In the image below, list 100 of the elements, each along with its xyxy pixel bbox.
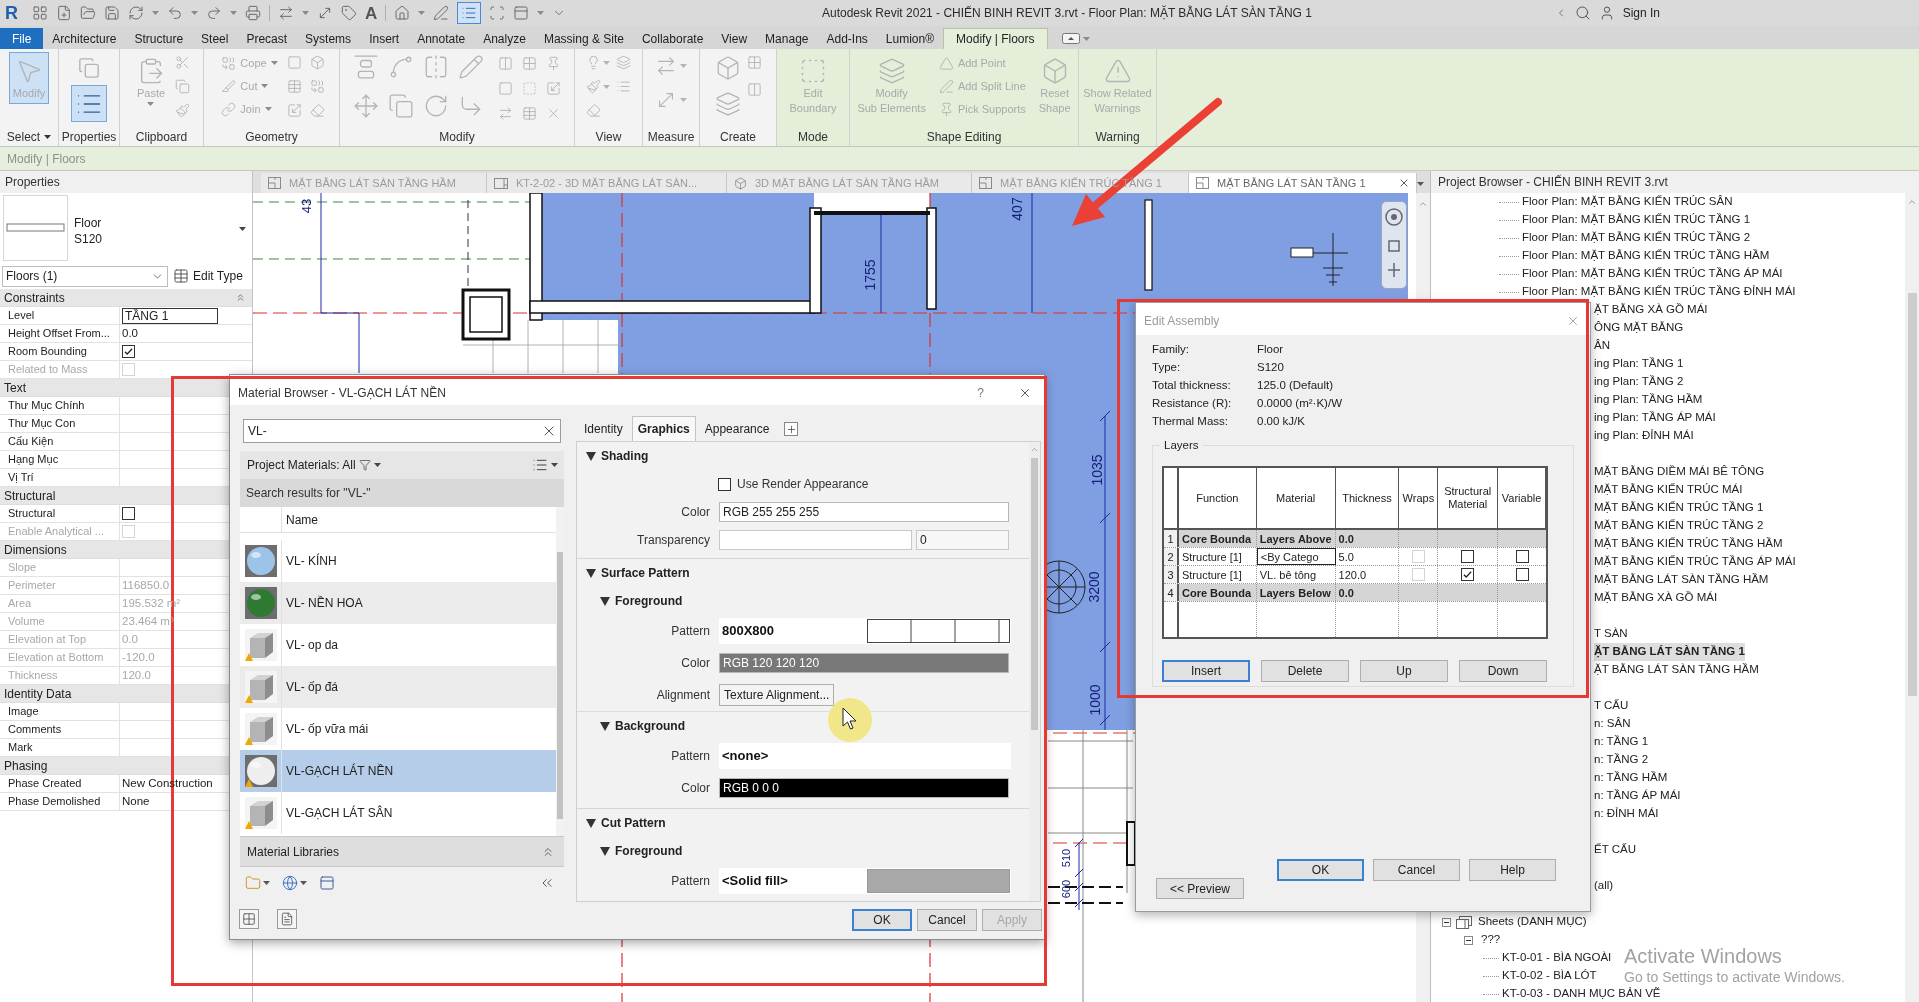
tree-item[interactable]: ??? bbox=[1481, 931, 1501, 949]
ribbon-tab[interactable]: Structure bbox=[125, 28, 193, 49]
scrollbar-thumb[interactable] bbox=[557, 552, 563, 819]
material-list-item[interactable]: VL-GẠCH LÁT NỀN bbox=[240, 750, 556, 792]
column-header[interactable]: Name bbox=[282, 510, 318, 529]
tree-item[interactable]: MẶT BẰNG KIẾN TRÚC TẦNG HẦM bbox=[1594, 535, 1783, 553]
value-field[interactable]: 0 bbox=[916, 530, 1009, 550]
caret-icon[interactable] bbox=[44, 134, 52, 139]
scrollbar-thumb[interactable] bbox=[1031, 458, 1038, 730]
tree-item[interactable]: ÂN bbox=[1594, 337, 1610, 355]
table-cell[interactable]: Layers Above bbox=[1256, 530, 1336, 548]
tree-item[interactable]: KT-0-01 - BÌA NGOÀI bbox=[1502, 949, 1612, 967]
caret-icon[interactable] bbox=[551, 463, 558, 467]
group-header[interactable]: Phasing bbox=[4, 756, 48, 775]
section-header[interactable]: Foreground bbox=[577, 837, 1029, 865]
tree-item[interactable]: KT-0-03 - DANH MỤC BẢN VẼ bbox=[1502, 985, 1661, 1002]
checkbox[interactable] bbox=[718, 477, 731, 491]
tab[interactable]: Identity bbox=[579, 416, 628, 441]
x-icon[interactable] bbox=[546, 106, 561, 121]
tree-item[interactable]: ing Plan: TẦNG HẦM bbox=[1594, 391, 1703, 409]
variable-checkbox[interactable] bbox=[1515, 568, 1529, 582]
tree-item[interactable]: (all) bbox=[1594, 877, 1614, 895]
pen-line-icon[interactable] bbox=[433, 5, 450, 21]
eraser-icon[interactable] bbox=[586, 103, 601, 118]
grid-icon[interactable] bbox=[522, 56, 537, 71]
property-checkbox[interactable] bbox=[122, 507, 135, 520]
ribbon-tab[interactable]: Systems bbox=[296, 28, 361, 49]
libraries-label[interactable]: Material Libraries bbox=[247, 842, 340, 861]
color-field[interactable]: RGB 120 120 120 bbox=[719, 653, 1009, 673]
texture-alignment-button[interactable]: Texture Alignment... bbox=[719, 684, 835, 706]
group-header[interactable]: Text bbox=[4, 378, 26, 397]
ribbon-tab[interactable]: Modify | Floors bbox=[943, 28, 1048, 49]
dialog-button[interactable]: OK bbox=[1277, 859, 1364, 881]
dialog-button[interactable]: Cancel bbox=[1373, 859, 1460, 881]
stacked-sheets-icon[interactable] bbox=[78, 57, 100, 79]
paintbrush-icon[interactable] bbox=[175, 103, 191, 118]
dialog-button[interactable]: Cancel bbox=[917, 909, 977, 931]
panel-label[interactable]: Select bbox=[6, 127, 41, 146]
section-header[interactable]: Surface Pattern bbox=[577, 559, 1029, 587]
table-icon[interactable] bbox=[173, 268, 189, 284]
tree-item[interactable]: MẶT BẰNG LÁT SÀN TẦNG HẦM bbox=[1594, 571, 1769, 589]
dialog-button[interactable]: OK bbox=[852, 909, 912, 931]
caret-icon[interactable] bbox=[263, 880, 270, 885]
cube-icon[interactable] bbox=[309, 55, 325, 70]
corner-brackets-icon[interactable] bbox=[489, 5, 506, 21]
window-icon[interactable] bbox=[513, 5, 530, 21]
ribbon-tab[interactable]: Architecture bbox=[43, 28, 126, 49]
section-header[interactable]: Foreground bbox=[577, 587, 1029, 615]
double-chevron-up-icon[interactable] bbox=[235, 292, 246, 303]
property-field[interactable]: TẦNG 1 bbox=[122, 307, 218, 324]
printer-icon[interactable] bbox=[245, 5, 261, 21]
tree-item[interactable]: MẶT BẰNG DIỀM MÁI BÊ TÔNG bbox=[1594, 463, 1765, 481]
search-field[interactable]: VL- bbox=[243, 419, 561, 443]
table-cell[interactable]: VL. bê tông bbox=[1256, 566, 1336, 584]
eraser-icon[interactable] bbox=[309, 103, 325, 118]
redo-icon[interactable] bbox=[206, 5, 222, 21]
lightbulb-icon[interactable] bbox=[586, 55, 601, 70]
tree-item[interactable]: Sheets (DANH MỤC) bbox=[1478, 913, 1587, 931]
tree-item[interactable]: MẶT BẰNG KIẾN TRÚC TẦNG ÁP MÁI bbox=[1594, 553, 1796, 571]
ribbon-tab[interactable]: File bbox=[0, 28, 44, 49]
tree-item[interactable]: Floor Plan: MẶT BẰNG KIẾN TRÚC SÂN bbox=[1522, 193, 1733, 211]
flip-icon[interactable] bbox=[423, 54, 449, 80]
tree-item[interactable]: T SÀN bbox=[1594, 625, 1628, 643]
resize-arrow-icon[interactable] bbox=[546, 81, 561, 96]
ribbon-tab[interactable]: Annotate bbox=[408, 28, 475, 49]
transparency-slider-field[interactable] bbox=[719, 530, 912, 550]
columns-icon[interactable] bbox=[498, 56, 513, 71]
caret-icon[interactable] bbox=[1417, 182, 1424, 186]
tree-item[interactable]: ing Plan: TẦNG 2 bbox=[1594, 373, 1684, 391]
sign-in-link[interactable]: Sign In bbox=[1622, 4, 1660, 22]
material-list-item[interactable]: VL- NỀN HOA bbox=[240, 582, 556, 624]
pattern-field[interactable]: <Solid fill> bbox=[719, 868, 1011, 894]
tree-item[interactable]: n: TẦNG 1 bbox=[1594, 733, 1649, 751]
table-cell[interactable]: <By Catego bbox=[1256, 548, 1336, 566]
scissors-icon[interactable] bbox=[175, 55, 191, 70]
scroll-up-icon[interactable] bbox=[1030, 445, 1039, 454]
app-logo[interactable]: R bbox=[5, 4, 20, 22]
circular-arrows-icon[interactable] bbox=[128, 5, 144, 21]
tree-item[interactable]: Floor Plan: MẶT BẰNG KIẾN TRÚC TẦNG 2 bbox=[1522, 229, 1751, 247]
section-header[interactable]: Cut Pattern bbox=[577, 809, 1029, 837]
ribbon-tab[interactable]: Lumion® bbox=[876, 28, 944, 49]
collapse-icon[interactable] bbox=[1464, 935, 1473, 945]
layers-icon[interactable] bbox=[616, 55, 631, 70]
ribbon-tab[interactable]: Insert bbox=[360, 28, 409, 49]
section-header[interactable]: Shading bbox=[577, 442, 1029, 470]
scroll-up-icon[interactable] bbox=[1418, 199, 1428, 209]
tree-item[interactable]: ing Plan: ĐỈNH MÁI bbox=[1594, 427, 1694, 445]
paintbrush-icon[interactable] bbox=[586, 79, 601, 94]
diagonal-arrow-icon[interactable] bbox=[317, 5, 333, 21]
ribbon-tab[interactable]: Precast bbox=[237, 28, 297, 49]
dialog-button[interactable]: Up bbox=[1360, 660, 1448, 683]
vertical-scrollbar[interactable] bbox=[556, 507, 564, 836]
tree-item[interactable]: n: TẦNG HẦM bbox=[1594, 769, 1668, 787]
file-plus-icon[interactable] bbox=[56, 5, 72, 21]
pin-icon[interactable] bbox=[546, 56, 561, 71]
preview-button[interactable]: << Preview bbox=[1156, 878, 1244, 899]
tree-item[interactable]: n: TẦNG 2 bbox=[1594, 751, 1649, 769]
copy-icon[interactable] bbox=[175, 79, 191, 94]
ribbon-toggle-icon[interactable] bbox=[1061, 33, 1080, 44]
copy-icon[interactable] bbox=[388, 92, 414, 119]
